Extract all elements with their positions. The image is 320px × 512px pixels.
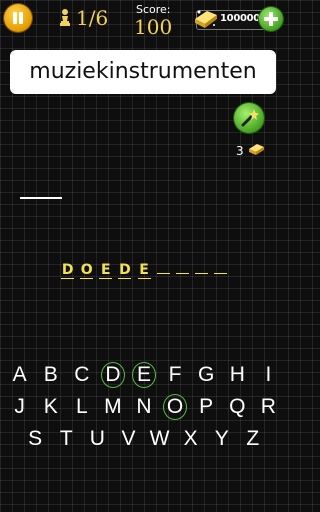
key-q[interactable]: Q: [224, 393, 250, 421]
key-t[interactable]: T: [53, 425, 79, 453]
gold-bar-icon: [195, 10, 217, 28]
word-letter-slot: [213, 258, 227, 274]
key-w[interactable]: W: [147, 425, 173, 453]
key-s[interactable]: S: [22, 425, 48, 453]
word-letter-slot: D: [118, 262, 132, 279]
key-y[interactable]: Y: [209, 425, 235, 453]
pause-icon: [13, 12, 17, 24]
key-o[interactable]: O: [162, 393, 188, 421]
key-k[interactable]: K: [38, 393, 64, 421]
word-letter-slot: [194, 258, 208, 274]
keyboard-row-2: J K L M N O P Q R: [0, 393, 288, 421]
key-h[interactable]: H: [224, 361, 250, 389]
key-m[interactable]: M: [100, 393, 126, 421]
word-letter-slot: E: [99, 262, 113, 279]
key-l[interactable]: L: [69, 393, 95, 421]
keyboard-row-3: S T U V W X Y Z: [0, 425, 288, 453]
category-title: muziekinstrumenten: [29, 59, 257, 84]
key-p[interactable]: P: [193, 393, 219, 421]
gold-bar-icon: [249, 144, 264, 155]
key-z[interactable]: Z: [240, 425, 266, 453]
key-f[interactable]: F: [162, 361, 188, 389]
magic-wand-icon: [241, 109, 259, 127]
pawn-icon: [60, 9, 70, 26]
word-display: D O E D E: [0, 258, 288, 279]
add-coins-button[interactable]: [259, 7, 283, 31]
key-e[interactable]: E: [131, 361, 157, 389]
hangman-gallows-base: [20, 197, 62, 199]
word-letter-slot: D: [61, 262, 75, 279]
key-g[interactable]: G: [193, 361, 219, 389]
key-a[interactable]: A: [7, 361, 33, 389]
key-u[interactable]: U: [84, 425, 110, 453]
pause-button[interactable]: [4, 4, 32, 32]
word-letter-slot: [175, 258, 189, 274]
key-v[interactable]: V: [115, 425, 141, 453]
key-d[interactable]: D: [100, 361, 126, 389]
key-r[interactable]: R: [255, 393, 281, 421]
hint-button[interactable]: [234, 103, 264, 133]
key-i[interactable]: I: [255, 361, 281, 389]
hint-count: 3: [236, 144, 244, 158]
keyboard-row-1: A B C D E F G H I: [0, 361, 288, 389]
key-j[interactable]: J: [7, 393, 33, 421]
key-x[interactable]: X: [178, 425, 204, 453]
key-n[interactable]: N: [131, 393, 157, 421]
key-c[interactable]: C: [69, 361, 95, 389]
word-letter-slot: E: [137, 262, 151, 279]
word-letter-slot: O: [80, 262, 94, 279]
key-b[interactable]: B: [38, 361, 64, 389]
score-value: 100: [134, 15, 173, 39]
level-progress: 1/6: [76, 6, 109, 30]
word-letter-slot: [156, 258, 170, 274]
